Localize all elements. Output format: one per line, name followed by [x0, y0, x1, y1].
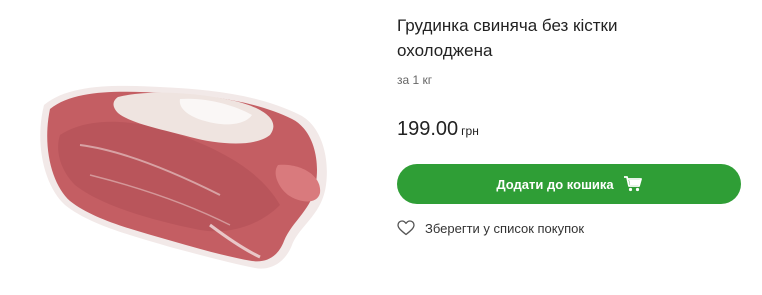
unit-label: за 1 кг: [397, 73, 433, 87]
product-image: [40, 85, 327, 269]
save-to-shopping-list[interactable]: Зберегти у список покупок: [397, 220, 584, 236]
cart-icon: [623, 176, 642, 192]
add-to-cart-label: Додати до кошика: [496, 176, 614, 192]
price-value: 199.00: [397, 118, 459, 140]
wishlist-label: Зберегти у список покупок: [425, 220, 585, 236]
heart-icon: [397, 220, 415, 236]
price-currency: грн: [461, 124, 479, 138]
add-to-cart-button[interactable]: Додати до кошика: [397, 164, 741, 204]
price: 199.00 грн: [397, 118, 479, 141]
product-title: Грудинка свиняча без кістки охолоджена: [397, 16, 618, 60]
product-card: Грудинка свиняча без кістки охолоджена з…: [0, 0, 762, 295]
